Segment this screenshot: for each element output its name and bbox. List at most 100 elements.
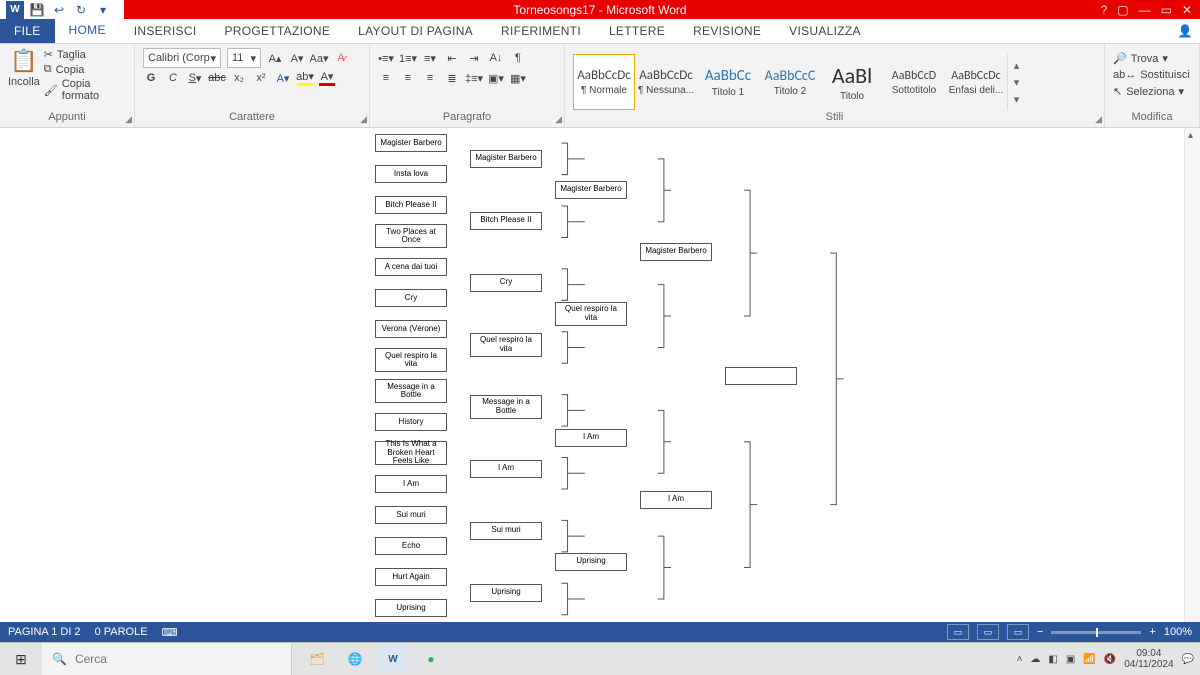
tab-home[interactable]: HOME — [55, 19, 120, 43]
vertical-scrollbar[interactable]: ▴ — [1184, 128, 1200, 642]
spotify-icon[interactable]: ● — [414, 646, 448, 672]
zoom-out-button[interactable]: − — [1037, 626, 1043, 638]
copy-button[interactable]: ⧉Copia — [44, 63, 126, 76]
clock[interactable]: 09:04 04/11/2024 — [1124, 648, 1173, 670]
word-taskbar-icon[interactable]: W — [376, 646, 410, 672]
highlight-button[interactable]: ab▾ — [297, 70, 313, 86]
style-item[interactable]: AaBbCcDcEnfasi deli... — [945, 54, 1007, 110]
superscript-button[interactable]: x² — [253, 70, 269, 86]
tab-review[interactable]: REVISIONE — [679, 19, 775, 43]
close-button[interactable]: ✕ — [1182, 3, 1192, 17]
notifications-icon[interactable]: 💬 — [1182, 654, 1194, 665]
bracket-node: Magister Barbero — [470, 150, 542, 168]
replace-button[interactable]: ab↔Sostituisci — [1113, 69, 1191, 81]
borders-button[interactable]: ▦▾ — [510, 70, 526, 86]
justify-button[interactable]: ≣ — [444, 70, 460, 86]
bold-button[interactable]: G — [143, 70, 159, 86]
qat-customize-icon[interactable]: ▾ — [94, 1, 112, 19]
read-mode-button[interactable]: ▭ — [947, 624, 969, 640]
clear-format-button[interactable]: A̷ — [333, 50, 349, 66]
multilevel-button[interactable]: ≡▾ — [422, 50, 438, 66]
select-label: Seleziona — [1126, 86, 1174, 98]
font-size-value: 11 — [232, 52, 243, 64]
page-indicator[interactable]: PAGINA 1 DI 2 — [8, 626, 81, 638]
font-color-button[interactable]: A▾ — [319, 70, 335, 86]
tray-icon[interactable]: ▣ — [1066, 654, 1075, 665]
style-item[interactable]: AaBbCcTitolo 1 — [697, 54, 759, 110]
dialog-launcher-icon[interactable]: ◢ — [555, 114, 562, 125]
account-icon[interactable]: 👤 — [1170, 19, 1200, 43]
align-right-button[interactable]: ≡ — [422, 70, 438, 86]
find-button[interactable]: 🔎Trova▾ — [1113, 52, 1191, 65]
bullets-button[interactable]: •≡▾ — [378, 50, 394, 66]
italic-button[interactable]: C — [165, 70, 181, 86]
font-size-combo[interactable]: 11▾ — [227, 48, 261, 68]
scroll-up-icon[interactable]: ▴ — [1188, 130, 1193, 141]
zoom-in-button[interactable]: + — [1149, 626, 1155, 638]
style-item[interactable]: AaBbCcDSottotitolo — [883, 54, 945, 110]
print-layout-button[interactable]: ▭ — [977, 624, 999, 640]
volume-icon[interactable]: 🔇 — [1104, 654, 1116, 665]
zoom-slider[interactable] — [1051, 631, 1141, 634]
minimize-button[interactable]: — — [1139, 3, 1151, 17]
web-layout-button[interactable]: ▭ — [1007, 624, 1029, 640]
grow-font-button[interactable]: A▴ — [267, 50, 283, 66]
language-icon[interactable]: ⌨ — [162, 626, 178, 639]
underline-button[interactable]: S▾ — [187, 70, 203, 86]
increase-indent-button[interactable]: ⇥ — [466, 50, 482, 66]
start-button[interactable]: ⊞ — [0, 643, 42, 675]
line-spacing-button[interactable]: ‡≡▾ — [466, 70, 482, 86]
dialog-launcher-icon[interactable]: ◢ — [125, 114, 132, 125]
status-bar: PAGINA 1 DI 2 0 PAROLE ⌨ ▭ ▭ ▭ − + 100% — [0, 622, 1200, 642]
sort-button[interactable]: A↓ — [488, 50, 504, 66]
maximize-button[interactable]: ▭ — [1161, 3, 1172, 17]
zoom-level[interactable]: 100% — [1164, 626, 1192, 638]
tab-insert[interactable]: INSERISCI — [120, 19, 211, 43]
document-area[interactable]: Magister BarberoInsta lovaBitch Please I… — [0, 128, 1200, 642]
strike-button[interactable]: abc — [209, 70, 225, 86]
undo-icon[interactable]: ↩ — [50, 1, 68, 19]
replace-label: Sostituisci — [1140, 69, 1190, 81]
redo-icon[interactable]: ↻ — [72, 1, 90, 19]
tab-design[interactable]: PROGETTAZIONE — [210, 19, 344, 43]
numbering-button[interactable]: 1≡▾ — [400, 50, 416, 66]
align-center-button[interactable]: ≡ — [400, 70, 416, 86]
select-button[interactable]: ↖Seleziona▾ — [1113, 85, 1191, 98]
style-item[interactable]: AaBbCcDc¶ Nessuna... — [635, 54, 697, 110]
tab-view[interactable]: VISUALIZZA — [775, 19, 875, 43]
shrink-font-button[interactable]: A▾ — [289, 50, 305, 66]
tab-file[interactable]: FILE — [0, 19, 55, 43]
style-item[interactable]: AaBbCcDc¶ Normale — [573, 54, 635, 110]
dialog-launcher-icon[interactable]: ◢ — [360, 114, 367, 125]
change-case-button[interactable]: Aa▾ — [311, 50, 327, 66]
align-left-button[interactable]: ≡ — [378, 70, 394, 86]
ribbon-display-button[interactable]: ▢ — [1117, 3, 1128, 17]
file-explorer-icon[interactable]: 🗂 — [300, 646, 334, 672]
help-button[interactable]: ? — [1101, 3, 1108, 17]
shading-button[interactable]: ▣▾ — [488, 70, 504, 86]
save-icon[interactable]: 💾 — [28, 1, 46, 19]
tray-icon[interactable]: ◧ — [1048, 654, 1057, 665]
cut-button[interactable]: ✂Taglia — [44, 48, 126, 61]
styles-more-button[interactable]: ▴▾▾ — [1007, 54, 1025, 110]
chrome-icon[interactable]: 🌐 — [338, 646, 372, 672]
format-painter-button[interactable]: 🖌Copia formato — [44, 78, 126, 102]
taskbar-search[interactable]: 🔍 Cerca — [42, 643, 292, 675]
decrease-indent-button[interactable]: ⇤ — [444, 50, 460, 66]
paste-button[interactable]: 📋 Incolla — [8, 48, 40, 88]
onedrive-icon[interactable]: ☁ — [1030, 654, 1040, 665]
text-effects-button[interactable]: A▾ — [275, 70, 291, 86]
show-marks-button[interactable]: ¶ — [510, 50, 526, 66]
wifi-icon[interactable]: 📶 — [1083, 654, 1095, 665]
font-name-combo[interactable]: Calibri (Corp▾ — [143, 48, 221, 68]
dialog-launcher-icon[interactable]: ◢ — [1095, 114, 1102, 125]
clock-date: 04/11/2024 — [1124, 659, 1173, 670]
word-count[interactable]: 0 PAROLE — [95, 626, 148, 638]
style-item[interactable]: AaBlTitolo — [821, 54, 883, 110]
style-item[interactable]: AaBbCcCTitolo 2 — [759, 54, 821, 110]
tab-mailings[interactable]: LETTERE — [595, 19, 679, 43]
subscript-button[interactable]: x₂ — [231, 70, 247, 86]
tab-layout[interactable]: LAYOUT DI PAGINA — [344, 19, 487, 43]
tab-references[interactable]: RIFERIMENTI — [487, 19, 595, 43]
tray-chevron-icon[interactable]: ˄ — [1017, 654, 1023, 665]
